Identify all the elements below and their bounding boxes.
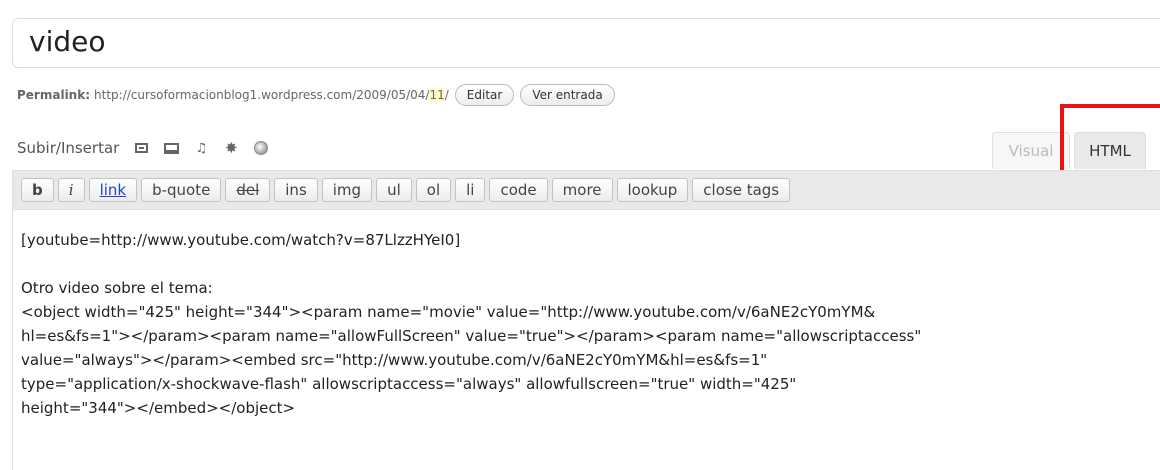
qt-img-button[interactable]: img (321, 178, 373, 202)
post-content-text[interactable]: [youtube=http://www.youtube.com/watch?v=… (21, 228, 1160, 420)
add-video-icon[interactable] (163, 141, 179, 155)
qt-ul-button[interactable]: ul (376, 178, 412, 202)
qt-close-tags-button[interactable]: close tags (692, 178, 791, 202)
content-line: value="always"></param><embed src="http:… (21, 351, 768, 369)
qt-blockquote-button[interactable]: b-quote (141, 178, 222, 202)
qt-link-button[interactable]: link (88, 178, 138, 202)
content-line: height="344"></embed></object> (21, 399, 296, 417)
qt-bold-button[interactable]: b (21, 178, 54, 202)
edit-permalink-button[interactable]: Editar (454, 84, 515, 106)
qt-italic-button[interactable]: i (57, 178, 85, 202)
qt-code-button[interactable]: code (489, 178, 548, 202)
content-line: <object width="425" height="344"><param … (21, 303, 876, 321)
upload-insert-label: Subir/Insertar (17, 139, 120, 157)
view-post-button[interactable]: Ver entrada (520, 84, 615, 106)
add-image-icon[interactable] (133, 141, 149, 155)
qt-lookup-button[interactable]: lookup (616, 178, 689, 202)
qt-li-button[interactable]: li (455, 178, 486, 202)
permalink-url-prefix: http://cursoformacionblog1.wordpress.com… (94, 88, 430, 102)
tab-visual[interactable]: Visual (992, 132, 1070, 169)
add-media-icon[interactable]: ✸ (223, 139, 239, 157)
content-line: [youtube=http://www.youtube.com/watch?v=… (21, 231, 461, 249)
qt-ins-button[interactable]: ins (274, 178, 318, 202)
post-content-editor[interactable]: [youtube=http://www.youtube.com/watch?v=… (12, 210, 1160, 470)
content-line: type="application/x-shockwave-flash" all… (21, 375, 797, 393)
permalink-slug[interactable]: 11 (429, 88, 445, 102)
permalink-label: Permalink: (17, 88, 91, 102)
content-line (21, 252, 1160, 276)
qt-del-button[interactable]: del (225, 178, 271, 202)
add-poll-icon[interactable] (253, 141, 269, 155)
qt-ol-button[interactable]: ol (415, 178, 452, 202)
qt-more-button[interactable]: more (551, 178, 613, 202)
add-audio-icon[interactable]: ♫ (193, 141, 209, 156)
content-line: Otro video sobre el tema: (21, 279, 213, 297)
content-line: hl=es&fs=1"></param><param name="allowFu… (21, 327, 922, 345)
post-title-input[interactable]: video (29, 25, 105, 58)
quicktags-toolbar: b i link b-quote del ins img ul ol li co… (12, 170, 1160, 210)
upload-insert-bar: Subir/Insertar ♫ ✸ (17, 136, 269, 160)
permalink-url: http://cursoformacionblog1.wordpress.com… (94, 88, 449, 102)
permalink-row: Permalink: http://cursoformacionblog1.wo… (17, 80, 615, 110)
permalink-url-suffix: / (444, 88, 449, 102)
post-title-field[interactable]: video (12, 18, 1160, 68)
